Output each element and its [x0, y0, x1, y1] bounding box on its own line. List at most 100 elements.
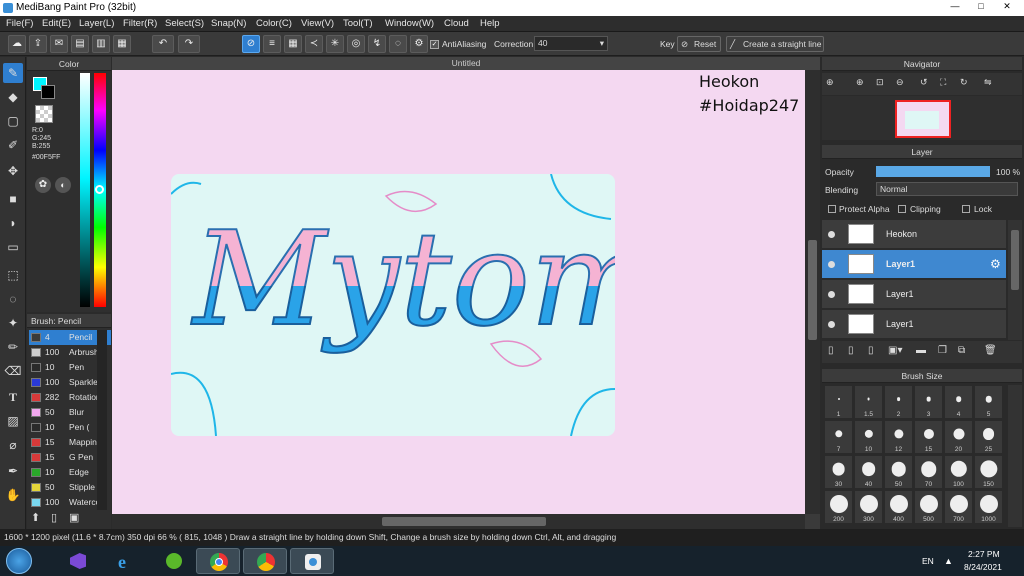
brush-size-cell[interactable]: 5 [974, 385, 1003, 419]
document-tab[interactable]: Untitled [112, 57, 820, 70]
hue-slider-handle[interactable] [95, 185, 104, 194]
brush-size-cell[interactable]: 10 [854, 420, 883, 454]
layer-scroll-thumb[interactable] [1011, 230, 1019, 290]
brush-size-scrollbar[interactable] [1008, 385, 1022, 527]
visibility-eye-icon[interactable] [828, 231, 835, 238]
brush-menu-icon[interactable]: ▣ [69, 511, 79, 524]
menu-file[interactable]: File(F) [6, 18, 33, 29]
visibility-eye-icon[interactable] [828, 261, 835, 268]
visual-studio-icon[interactable] [56, 548, 100, 574]
dropper-tool-icon[interactable]: ✒ [3, 461, 23, 481]
snap-settings-icon[interactable]: ⚙ [410, 35, 428, 53]
brush-size-cell[interactable]: 300 [854, 490, 883, 524]
delete-layer-icon[interactable]: 🗑 [984, 345, 997, 356]
hand-tool-icon[interactable]: ✋ [3, 485, 23, 505]
layer-row[interactable]: Heokon [822, 220, 1006, 249]
new-halftone-layer-icon[interactable]: ▯ [848, 345, 854, 356]
blending-select[interactable]: Normal [876, 182, 1018, 196]
lasso-tool-icon[interactable]: ◌ [3, 289, 23, 309]
gear-icon[interactable]: ⚙ [990, 257, 1001, 271]
brush-size-cell[interactable]: 20 [944, 420, 973, 454]
snap-off-icon[interactable]: ⊘ [242, 35, 260, 53]
brush-size-cell[interactable]: 500 [914, 490, 943, 524]
minimize-button[interactable]: — [944, 0, 966, 12]
brush-size-cell[interactable]: 150 [974, 455, 1003, 489]
rotate-right-icon[interactable]: ↻ [960, 77, 968, 88]
brush-size-cell[interactable]: 3 [914, 385, 943, 419]
lock-checkbox[interactable] [962, 205, 970, 213]
brush-size-cell[interactable]: 200 [824, 490, 853, 524]
brush-size-cell[interactable]: 40 [854, 455, 883, 489]
brush-size-cell[interactable]: 400 [884, 490, 913, 524]
transparent-color-swatch[interactable] [35, 105, 53, 123]
close-button[interactable]: ✕ [996, 0, 1018, 12]
tray-arrow-icon[interactable]: ▲ [944, 556, 953, 566]
chrome-icon[interactable] [196, 548, 240, 574]
start-button[interactable] [6, 548, 32, 574]
rectangle-tool-icon[interactable]: ▢ [3, 111, 23, 131]
brush-file-icon[interactable]: ▯ [51, 511, 57, 524]
menu-tool[interactable]: Tool(T) [343, 18, 373, 29]
undo-icon[interactable]: ↶ [152, 35, 174, 53]
drawing-canvas[interactable]: Mytomi Mytomi Heokon #Hoidap247 [112, 70, 805, 514]
eraser-tool-icon[interactable]: ◆ [3, 87, 23, 107]
chrome-icon-2[interactable] [243, 548, 287, 574]
share-icon[interactable]: ⇪ [29, 35, 47, 53]
menu-filter[interactable]: Filter(R) [123, 18, 157, 29]
vertical-scrollbar[interactable] [805, 70, 820, 514]
brightness-slider[interactable] [80, 73, 90, 307]
menu-edit[interactable]: Edit(E) [42, 18, 71, 29]
settings-file-icon[interactable]: ▦ [113, 35, 131, 53]
vertical-scroll-thumb[interactable] [808, 240, 817, 340]
brush-size-cell[interactable]: 50 [884, 455, 913, 489]
correction-select[interactable]: 40 ▾ [534, 36, 608, 51]
brush-size-cell[interactable]: 1.5 [854, 385, 883, 419]
color-settings-icon[interactable]: ◐ [55, 177, 71, 193]
clock-time[interactable]: 2:27 PM [968, 549, 1000, 559]
app-green-icon[interactable] [152, 548, 196, 574]
brush-size-cell[interactable]: 70 [914, 455, 943, 489]
new-file-icon[interactable]: ▤ [71, 35, 89, 53]
menu-select[interactable]: Select(S) [165, 18, 204, 29]
menu-color[interactable]: Color(C) [256, 18, 292, 29]
brush-pen-tool-icon[interactable]: ✐ [3, 135, 23, 155]
navigator-preview[interactable] [822, 96, 1022, 140]
menu-cloud[interactable]: Cloud [444, 18, 469, 29]
bucket-tool-icon[interactable]: ◗ [3, 213, 23, 233]
add-brush-icon[interactable]: ⬆ [31, 511, 40, 524]
select-eraser-tool-icon[interactable]: ⌫ [3, 361, 23, 381]
brush-size-cell[interactable]: 700 [944, 490, 973, 524]
layer-row[interactable]: Layer1 ⚙ [822, 250, 1006, 279]
new-8bit-layer-icon[interactable]: ▯ [868, 345, 874, 356]
snap-perspective-icon[interactable]: ≺ [305, 35, 323, 53]
rotate-left-icon[interactable]: ↺ [920, 77, 928, 88]
zoom-in-icon[interactable]: ⊕ [856, 77, 864, 88]
snap-circle-icon[interactable]: ◎ [347, 35, 365, 53]
opacity-slider[interactable] [876, 166, 990, 177]
fill-rect-tool-icon[interactable]: ■ [3, 189, 23, 209]
select-pen-tool-icon[interactable]: ✏ [3, 337, 23, 357]
cloud-icon[interactable]: ☁ [8, 35, 26, 53]
brush-size-cell[interactable]: 2 [884, 385, 913, 419]
layer-row[interactable]: Layer1 [822, 280, 1006, 309]
add-layer-menu-icon[interactable]: ▣▾ [888, 345, 902, 356]
duplicate-layer-icon[interactable]: ❐ [938, 345, 947, 356]
snap-curve-icon[interactable]: ↯ [368, 35, 386, 53]
brush-size-cell[interactable]: 25 [974, 420, 1003, 454]
reset-button[interactable]: ⊘ Reset [677, 36, 721, 52]
antialiasing-checkbox[interactable]: ✓ [430, 40, 439, 49]
divide-tool-icon[interactable]: ▨ [3, 411, 23, 431]
text-tool-icon[interactable]: T [3, 387, 23, 407]
brush-size-cell[interactable]: 100 [944, 455, 973, 489]
magic-wand-tool-icon[interactable]: ✦ [3, 313, 23, 333]
brush-size-cell[interactable]: 4 [944, 385, 973, 419]
menu-snap[interactable]: Snap(N) [211, 18, 246, 29]
layer-row[interactable]: Layer1 [822, 310, 1006, 339]
select-rect-tool-icon[interactable]: ⬚ [3, 265, 23, 285]
brush-size-cell[interactable]: 1000 [974, 490, 1003, 524]
brush-list-scrollbar[interactable] [97, 330, 107, 510]
brush-size-cell[interactable]: 15 [914, 420, 943, 454]
comment-icon[interactable]: ✉ [50, 35, 68, 53]
snap-ellipse-icon[interactable]: ◌ [389, 35, 407, 53]
language-indicator[interactable]: EN [922, 556, 934, 566]
